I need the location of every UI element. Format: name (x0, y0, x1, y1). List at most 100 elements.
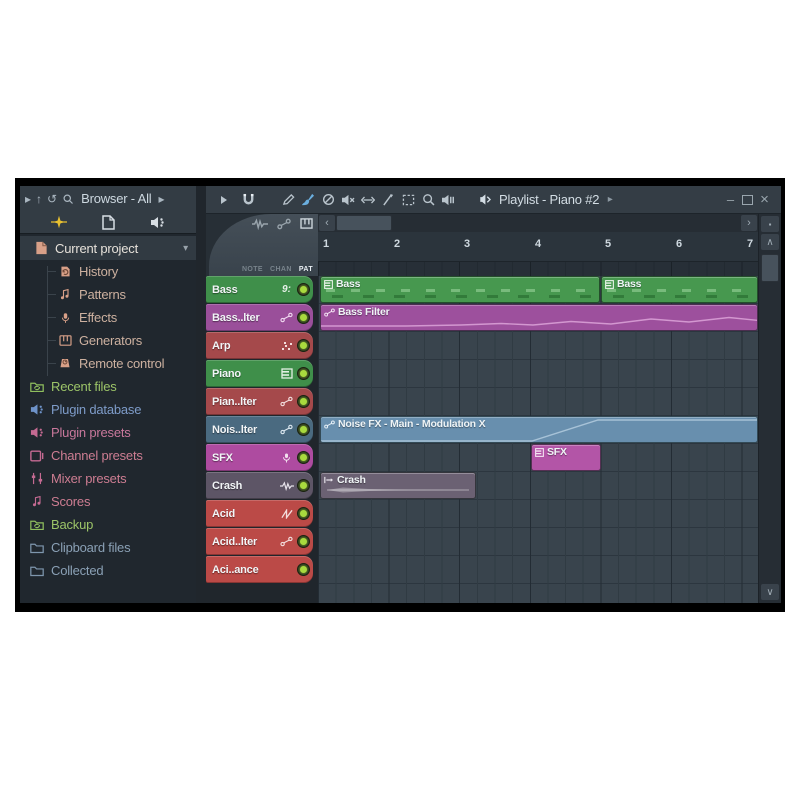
automation-tab-icon[interactable] (277, 218, 291, 230)
scrollbar-corner-button[interactable]: ▪ (761, 216, 779, 232)
snap-magnet-icon[interactable] (238, 191, 258, 209)
pattern-clip-bass-2[interactable]: Bass (601, 276, 758, 303)
browser-item-collected[interactable]: Collected (20, 559, 196, 582)
track-mute-led[interactable] (297, 311, 310, 324)
track-mute-led[interactable] (297, 395, 310, 408)
slice-icon[interactable] (378, 191, 398, 209)
track-mute-led[interactable] (297, 563, 310, 576)
zoom-icon[interactable] (418, 191, 438, 209)
track-mute-led[interactable] (297, 479, 310, 492)
mixer-sliders-icon (30, 472, 44, 486)
track-header-acid-distance[interactable]: Aci..ance (206, 556, 313, 583)
playlist-menu-arrow-icon[interactable] (214, 191, 234, 209)
bar-number: 5 (605, 238, 611, 250)
scroll-right-button[interactable]: › (741, 215, 757, 231)
timeline-ruler[interactable]: 1 2 3 4 5 6 7 (318, 232, 758, 262)
playlist-left-column: NOTE CHAN PAT Bass 9: Bass..lter Arp (206, 214, 318, 603)
pattern-clip-bass-1[interactable]: Bass (320, 276, 600, 303)
browser-item-history[interactable]: History (20, 260, 196, 283)
browser-item-clipboard-files[interactable]: Clipboard files (20, 536, 196, 559)
search-icon[interactable] (62, 193, 74, 205)
tree-item-label: Mixer presets (51, 471, 126, 486)
browser-item-mixer-presets[interactable]: Mixer presets (20, 467, 196, 490)
track-mute-led[interactable] (297, 535, 310, 548)
track-mute-led[interactable] (297, 507, 310, 520)
automation-icon (278, 312, 295, 323)
browser-tree: Current project ▾ History Patterns Effec… (20, 236, 196, 603)
browser-item-plugin-database[interactable]: Plugin database (20, 398, 196, 421)
close-button[interactable]: × (756, 192, 773, 208)
playlist-next-icon[interactable]: ▸ (604, 191, 616, 209)
track-header-crash[interactable]: Crash (206, 472, 313, 499)
tree-item-label: Clipboard files (51, 540, 130, 555)
minimize-button[interactable]: – (722, 192, 739, 208)
scroll-left-button[interactable]: ‹ (319, 215, 335, 231)
browser-item-current-project[interactable]: Current project ▾ (20, 236, 196, 260)
fl-studio-app: ▸ ↑ ↺ Browser - All ▸ Current project ▾ … (20, 186, 781, 603)
automation-clip-bass-filter[interactable]: Bass Filter (320, 304, 758, 331)
track-mute-led[interactable] (297, 451, 310, 464)
browser-item-plugin-presets[interactable]: Plugin presets (20, 421, 196, 444)
automation-icon (278, 424, 295, 435)
browser-refresh-icon[interactable]: ↺ (47, 192, 57, 206)
playlist-grid[interactable]: Bass Bass Bass Filter Noise FX - Main - … (318, 276, 758, 603)
history-icon (58, 265, 72, 279)
maximize-button[interactable] (739, 192, 756, 208)
mode-chan-label[interactable]: CHAN (270, 266, 292, 273)
audio-track-tab-icon[interactable] (252, 218, 268, 230)
browser-item-scores[interactable]: Scores (20, 490, 196, 513)
browser-next-icon[interactable]: ▸ (158, 192, 164, 206)
automation-clip-noise-fx[interactable]: Noise FX - Main - Modulation X (320, 416, 758, 443)
browser-item-channel-presets[interactable]: Channel presets (20, 444, 196, 467)
delete-slip-icon[interactable] (318, 191, 338, 209)
browser-up-icon[interactable]: ↑ (36, 192, 42, 206)
corner-mode-labels: NOTE CHAN PAT (242, 266, 313, 273)
tab-smart-find-icon[interactable] (51, 215, 67, 229)
track-mute-led[interactable] (297, 367, 310, 380)
channel-box-icon (30, 449, 44, 463)
audio-clip-crash[interactable]: Crash (320, 472, 476, 499)
browser-item-effects[interactable]: Effects (20, 306, 196, 329)
playback-icon[interactable] (438, 191, 458, 209)
scroll-up-button[interactable]: ∧ (761, 234, 779, 250)
pattern-tab-icon[interactable] (300, 218, 313, 230)
mute-icon[interactable] (338, 191, 358, 209)
select-icon[interactable] (398, 191, 418, 209)
track-header-arp[interactable]: Arp (206, 332, 313, 359)
pattern-clip-sfx[interactable]: SFX (531, 444, 601, 471)
vertical-scroll-thumb[interactable] (761, 254, 779, 282)
tab-file-icon[interactable] (102, 215, 115, 230)
track-header-acid-filter[interactable]: Acid..lter (206, 528, 313, 555)
scroll-down-button[interactable]: ∨ (761, 584, 779, 600)
draw-pencil-icon[interactable] (278, 191, 298, 209)
horizontal-scrollbar[interactable]: ‹ › (318, 214, 758, 232)
slide-icon[interactable] (358, 191, 378, 209)
tree-item-label: Generators (79, 333, 142, 348)
track-header-sfx[interactable]: SFX (206, 444, 313, 471)
track-header-bass[interactable]: Bass 9: (206, 276, 313, 303)
mode-note-label[interactable]: NOTE (242, 266, 263, 273)
track-header-acid[interactable]: Acid (206, 500, 313, 527)
playlist-speaker-icon[interactable] (474, 191, 494, 209)
chevron-down-icon[interactable]: ▾ (183, 243, 196, 254)
tree-item-label: History (79, 264, 118, 279)
browser-item-patterns[interactable]: Patterns (20, 283, 196, 306)
maximize-icon (742, 195, 753, 205)
track-header-piano[interactable]: Piano (206, 360, 313, 387)
track-header-piano-filter[interactable]: Pian..lter (206, 388, 313, 415)
paint-brush-icon[interactable] (298, 191, 318, 209)
vertical-scrollbar[interactable]: ▪ ∧ ∨ (758, 214, 781, 603)
browser-item-generators[interactable]: Generators (20, 329, 196, 352)
track-header-noise-filter[interactable]: Nois..lter (206, 416, 313, 443)
mode-pat-label[interactable]: PAT (299, 266, 313, 273)
browser-item-backup[interactable]: Backup (20, 513, 196, 536)
browser-item-recent-files[interactable]: Recent files (20, 375, 196, 398)
track-mute-led[interactable] (297, 283, 310, 296)
tab-plugin-icon[interactable] (150, 216, 165, 229)
browser-item-remote-control[interactable]: Remote control (20, 352, 196, 375)
horizontal-scroll-thumb[interactable] (336, 215, 392, 231)
browser-collapse-icon[interactable]: ▸ (25, 192, 31, 206)
track-mute-led[interactable] (297, 423, 310, 436)
track-header-bass-filter[interactable]: Bass..lter (206, 304, 313, 331)
track-mute-led[interactable] (297, 339, 310, 352)
